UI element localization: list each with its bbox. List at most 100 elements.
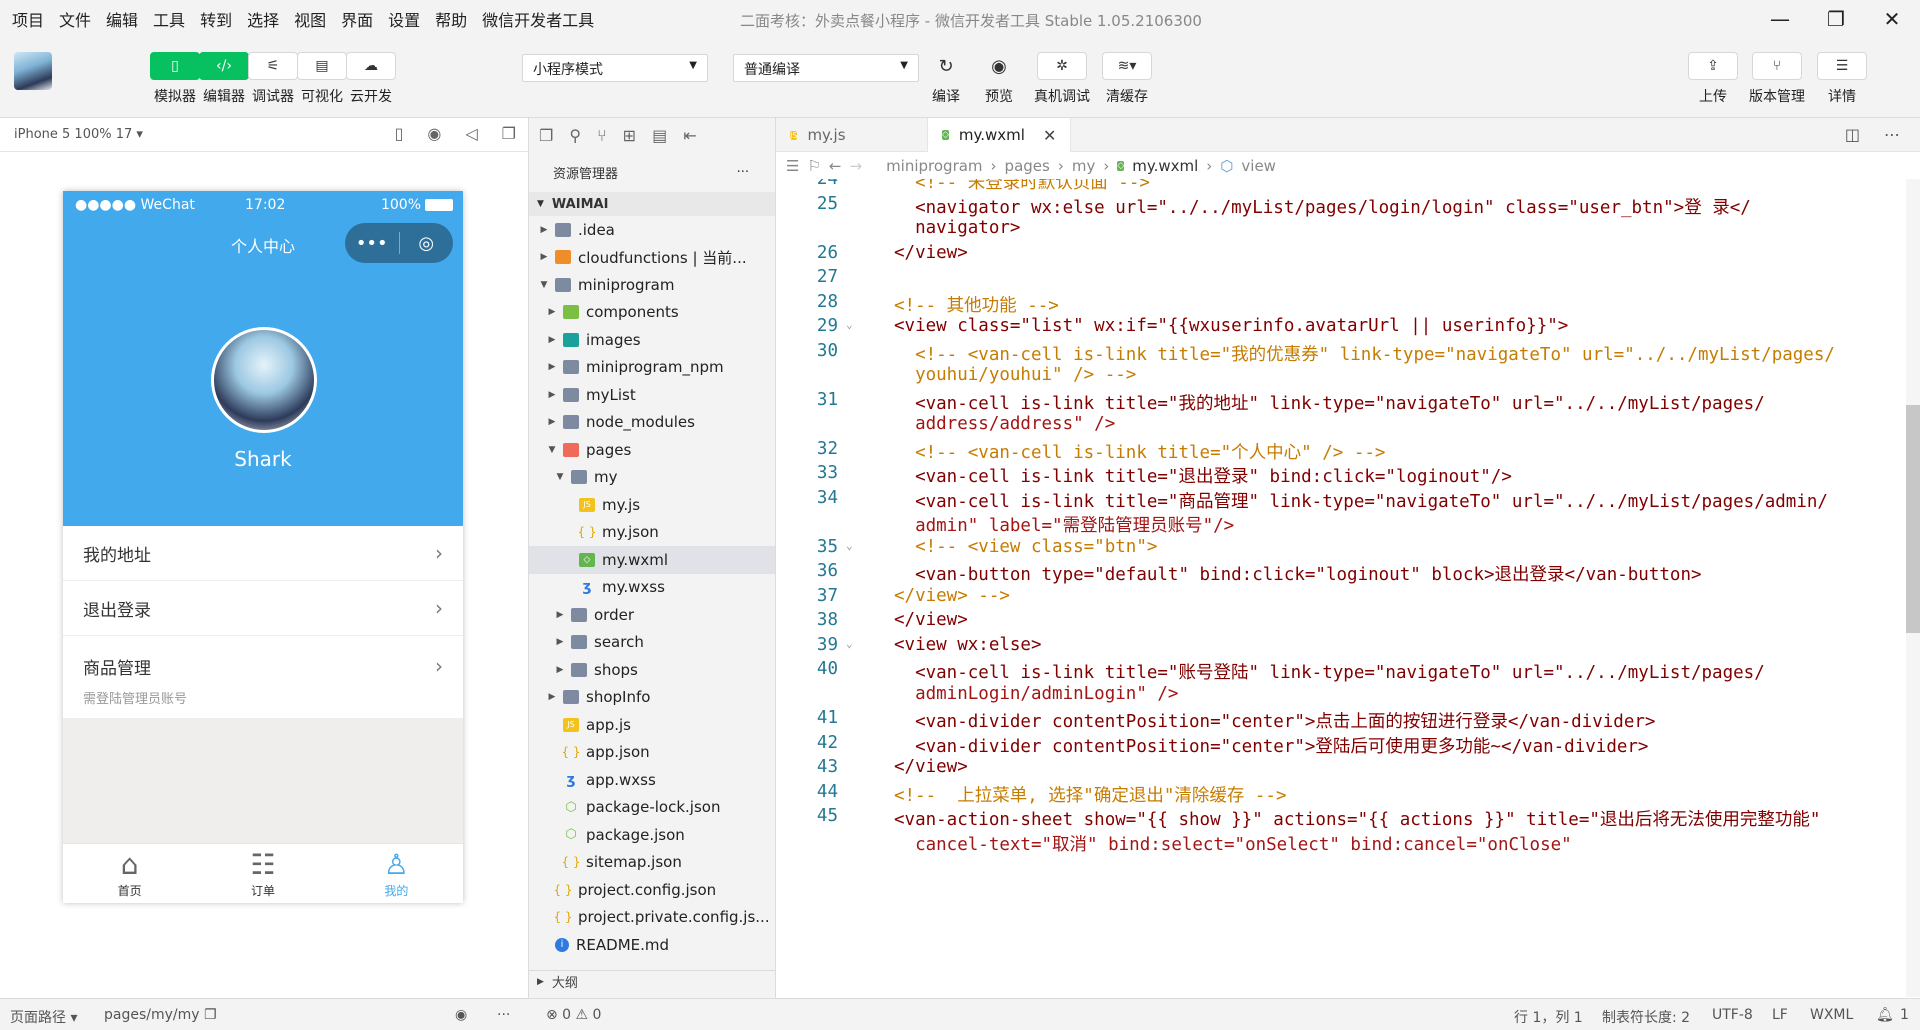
tree-item[interactable]: ▶ images (529, 326, 775, 354)
tree-item[interactable]: ▼ miniprogram (529, 271, 775, 299)
crumb-item[interactable]: miniprogram (886, 157, 982, 175)
close-tab-icon[interactable]: ✕ (1043, 126, 1056, 145)
compile-button[interactable]: ↻ 编译 (916, 52, 976, 106)
phone-icon[interactable]: ▯ (395, 124, 404, 143)
cell-logout[interactable]: 退出登录 › (63, 581, 463, 636)
menu-item[interactable]: 设置 (388, 7, 420, 31)
compile-select[interactable]: 普通编译 ▼ (733, 54, 919, 82)
tree-item[interactable]: ▶ search (529, 629, 775, 657)
tree-item[interactable]: { } app.json (529, 739, 775, 767)
fold-icon[interactable]: ⌄ (846, 318, 853, 331)
list-icon[interactable]: ☰ (786, 157, 799, 175)
volume-icon[interactable]: ◁ (465, 124, 477, 143)
tree-item[interactable]: ◇ my.wxml (529, 546, 775, 574)
scroll-thumb[interactable] (1906, 405, 1920, 633)
tree-item[interactable]: i README.md (529, 931, 775, 959)
menu-item[interactable]: 界面 (341, 7, 373, 31)
crumb-item[interactable]: my.wxml (1132, 157, 1198, 175)
fold-icon[interactable]: ⌄ (846, 637, 853, 650)
crumb-item[interactable]: view (1241, 157, 1276, 175)
mode-select[interactable]: 小程序模式 ▼ (522, 54, 708, 82)
fold-icon[interactable]: ⌄ (846, 539, 853, 552)
extensions-icon[interactable]: ⊞ (623, 126, 636, 145)
tree-item[interactable]: ▶ components (529, 299, 775, 327)
back-icon[interactable]: ← (829, 157, 842, 175)
tree-item[interactable]: ▶ miniprogram_npm (529, 354, 775, 382)
cell-address[interactable]: 我的地址 › (63, 526, 463, 581)
tree-item[interactable]: ʒ my.wxss (529, 574, 775, 602)
minimize-icon[interactable]: — (1752, 0, 1808, 38)
menu-item[interactable]: 转到 (200, 7, 232, 31)
real-debug-button[interactable]: ✲ 真机调试 (1032, 52, 1092, 106)
language-mode[interactable]: WXML (1810, 1007, 1853, 1023)
more-icon[interactable]: ··· (497, 1007, 510, 1023)
tab-my-wxml[interactable]: ◇ my.wxml ✕ (928, 118, 1072, 152)
tree-item[interactable]: ⬡ package-lock.json (529, 794, 775, 822)
maximize-icon[interactable]: ❐ (1808, 0, 1864, 38)
user-avatar[interactable] (14, 52, 52, 90)
page-path-select[interactable]: 页面路径 ▾ (10, 1007, 77, 1027)
tree-item[interactable]: { } my.json (529, 519, 775, 547)
tree-item[interactable]: { } project.private.config.js... (529, 904, 775, 932)
tree-item[interactable]: ▼ pages (529, 436, 775, 464)
collapse-panel-icon[interactable]: ⇤ (683, 126, 696, 145)
tab-my-js[interactable]: JS my.js (776, 118, 928, 152)
cursor-position[interactable]: 行 1，列 1 (1514, 1007, 1583, 1027)
menu-item[interactable]: 编辑 (106, 7, 138, 31)
eol[interactable]: LF (1772, 1007, 1788, 1023)
layout-icon[interactable]: ▤ (652, 126, 667, 145)
device-select[interactable]: iPhone 5 100% 17 ▾ (14, 127, 143, 142)
version-button[interactable]: ⑂ 版本管理 (1747, 52, 1807, 106)
window-icon[interactable]: ❐ (502, 124, 516, 143)
menu-item[interactable]: 选择 (247, 7, 279, 31)
tree-item[interactable]: JS app.js (529, 711, 775, 739)
problems-count[interactable]: ⊗ 0 ⚠ 0 (546, 1007, 601, 1023)
record-icon[interactable]: ◉ (427, 124, 441, 143)
tab-orders[interactable]: ☷ 订单 (196, 844, 329, 903)
tree-item[interactable]: ʒ app.wxss (529, 766, 775, 794)
tree-item[interactable]: { } project.config.json (529, 876, 775, 904)
more-icon[interactable]: ··· (737, 165, 749, 180)
cell-goods-manage[interactable]: 商品管理 › 需登陆管理员账号 (63, 636, 463, 718)
tree-item[interactable]: ⬡ package.json (529, 821, 775, 849)
tab-size[interactable]: 制表符长度: 2 (1602, 1007, 1690, 1027)
menu-item[interactable]: 文件 (59, 7, 91, 31)
upload-button[interactable]: ⇪ 上传 (1683, 52, 1743, 106)
tree-item[interactable]: ▶ shops (529, 656, 775, 684)
clear-cache-button[interactable]: ≋▾ 清缓存 (1097, 52, 1157, 106)
source-control-icon[interactable]: ⑂ (597, 126, 607, 145)
more-icon[interactable]: ⋯ (1884, 125, 1900, 144)
search-icon[interactable]: ⚲ (569, 126, 581, 145)
tab-home[interactable]: ⌂ 首页 (63, 844, 196, 903)
outline-section[interactable]: ▶ 大纲 (529, 970, 776, 992)
tree-item[interactable]: ▶ order (529, 601, 775, 629)
menu-item[interactable]: 视图 (294, 7, 326, 31)
bookmark-icon[interactable]: ⚐ (807, 157, 820, 175)
copy-icon[interactable]: ❐ (204, 1007, 217, 1023)
menu-item[interactable]: 工具 (153, 7, 185, 31)
more-dots-icon[interactable]: ••• (345, 233, 399, 254)
forward-icon[interactable]: → (849, 157, 862, 175)
cloud-button[interactable]: ☁ 云开发 (341, 52, 401, 106)
tree-item[interactable]: ▶ cloudfunctions | 当前... (529, 244, 775, 272)
encoding[interactable]: UTF-8 (1712, 1007, 1753, 1023)
crumb-item[interactable]: my (1072, 157, 1096, 175)
bell-icon[interactable]: 🔔︎ (1876, 1007, 1894, 1023)
vertical-scrollbar[interactable] (1906, 179, 1920, 997)
files-icon[interactable]: ❐ (539, 126, 553, 145)
menu-item[interactable]: 项目 (12, 7, 44, 31)
tree-item[interactable]: { } sitemap.json (529, 849, 775, 877)
crumb-item[interactable]: pages (1005, 157, 1050, 175)
menu-item[interactable]: 帮助 (435, 7, 467, 31)
tree-item[interactable]: ▶ .idea (529, 216, 775, 244)
eye-icon[interactable]: ◉ (455, 1007, 467, 1023)
tree-item[interactable]: ▶ node_modules (529, 409, 775, 437)
tab-mine[interactable]: ♙ 我的 (330, 844, 463, 903)
close-target-icon[interactable]: ◎ (400, 233, 454, 254)
tree-item[interactable]: ▶ myList (529, 381, 775, 409)
tree-root[interactable]: ▼ WAIMAI (529, 192, 775, 216)
close-icon[interactable]: ✕ (1864, 0, 1920, 38)
code-area[interactable]: cancel-text="取消" bind:select="onSelect" … (776, 179, 1920, 997)
details-button[interactable]: ☰ 详情 (1812, 52, 1872, 106)
tree-item[interactable]: JS my.js (529, 491, 775, 519)
